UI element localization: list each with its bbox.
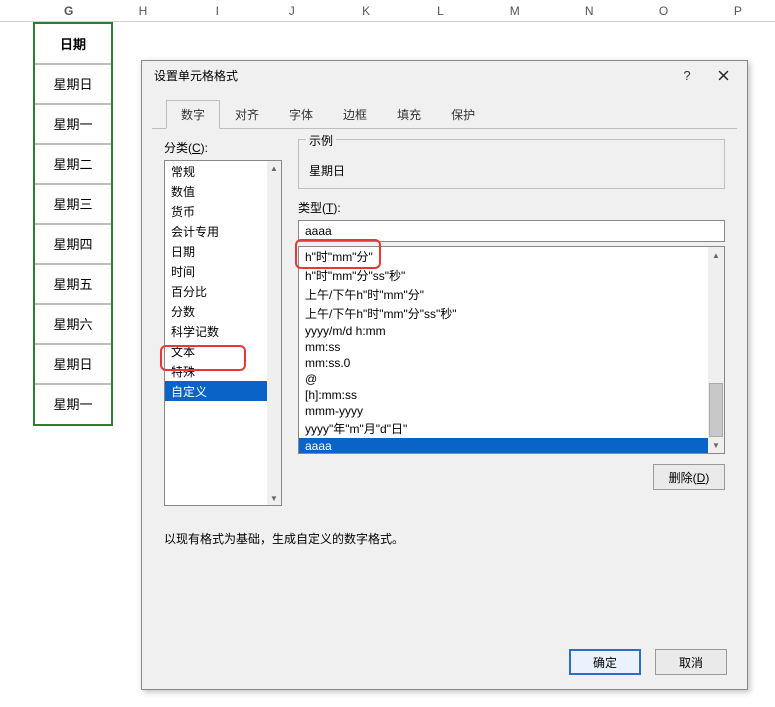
category-item[interactable]: 百分比 [165, 281, 281, 301]
tab-strip: 数字对齐字体边框填充保护 [152, 89, 737, 129]
type-label: 类型(T): [298, 199, 725, 216]
column-header-K[interactable]: K [329, 0, 403, 22]
category-item[interactable]: 科学记数 [165, 321, 281, 341]
sample-legend: 示例 [306, 132, 336, 149]
sample-value: 星期日 [309, 162, 714, 179]
column-header-M[interactable]: M [478, 0, 552, 22]
category-item[interactable]: 常规 [165, 161, 281, 181]
delete-button[interactable]: 删除(D) [653, 464, 725, 490]
column-header-L[interactable]: L [403, 0, 477, 22]
type-item[interactable]: @ [299, 371, 724, 387]
help-button[interactable]: ? [669, 65, 705, 85]
format-cells-dialog: 设置单元格格式 ? 数字对齐字体边框填充保护 分类(C): 常规数值货币会计专用… [141, 60, 748, 690]
cancel-button[interactable]: 取消 [655, 649, 727, 675]
type-item[interactable]: 上午/下午h"时"mm"分" [299, 285, 724, 304]
dialog-titlebar: 设置单元格格式 ? [142, 61, 747, 89]
data-cell[interactable]: 星期一 [35, 104, 111, 144]
dialog-content: 分类(C): 常规数值货币会计专用日期时间百分比分数科学记数文本特殊自定义 ▲ … [142, 129, 747, 547]
column-header-O[interactable]: O [626, 0, 700, 22]
explain-text: 以现有格式为基础，生成自定义的数字格式。 [164, 530, 725, 547]
category-items: 常规数值货币会计专用日期时间百分比分数科学记数文本特殊自定义 [165, 161, 281, 401]
scroll-down-icon[interactable]: ▼ [708, 437, 724, 453]
column-header-blank[interactable] [0, 0, 31, 22]
sample-fieldset: 示例 星期日 [298, 139, 725, 189]
type-item[interactable]: yyyy"年"m"月"d"日" [299, 419, 724, 438]
type-item[interactable]: 上午/下午h"时"mm"分"ss"秒" [299, 304, 724, 323]
category-scrollbar[interactable]: ▲ ▼ [267, 161, 281, 505]
type-item[interactable]: yyyy/m/d h:mm [299, 323, 724, 339]
data-cell[interactable]: 星期日 [35, 64, 111, 104]
selected-column-cells: 日期星期日星期一星期二星期三星期四星期五星期六星期日星期一 [33, 22, 113, 426]
data-cell[interactable]: 星期日 [35, 344, 111, 384]
category-listbox[interactable]: 常规数值货币会计专用日期时间百分比分数科学记数文本特殊自定义 ▲ ▼ [164, 160, 282, 506]
dialog-buttons: 确定 取消 [569, 649, 727, 675]
category-item[interactable]: 货币 [165, 201, 281, 221]
type-listbox[interactable]: h"时"mm"分"h"时"mm"分"ss"秒"上午/下午h"时"mm"分"上午/… [298, 246, 725, 454]
scroll-down-icon[interactable]: ▼ [267, 491, 281, 505]
category-item[interactable]: 数值 [165, 181, 281, 201]
type-item[interactable]: mmm-yyyy [299, 403, 724, 419]
type-items: h"时"mm"分"h"时"mm"分"ss"秒"上午/下午h"时"mm"分"上午/… [299, 247, 724, 454]
tab-1[interactable]: 对齐 [220, 100, 274, 129]
category-item[interactable]: 特殊 [165, 361, 281, 381]
column-headers: GHIJKLMNOP [0, 0, 775, 22]
category-item[interactable]: 分数 [165, 301, 281, 321]
type-item[interactable]: mm:ss [299, 339, 724, 355]
type-input[interactable] [298, 220, 725, 242]
column-header-H[interactable]: H [106, 0, 180, 22]
scroll-up-icon[interactable]: ▲ [708, 247, 724, 263]
scroll-thumb[interactable] [267, 175, 281, 491]
scroll-thumb[interactable] [709, 383, 723, 437]
right-column: 示例 星期日 类型(T): h"时"mm"分"h"时"mm"分"ss"秒"上午/… [298, 139, 725, 506]
tab-2[interactable]: 字体 [274, 100, 328, 129]
dialog-title: 设置单元格格式 [154, 67, 669, 84]
type-item[interactable]: mm:ss.0 [299, 355, 724, 371]
column-header-J[interactable]: J [255, 0, 329, 22]
column-header-N[interactable]: N [552, 0, 626, 22]
type-item[interactable]: aaaa [299, 438, 724, 454]
tab-4[interactable]: 填充 [382, 100, 436, 129]
tab-5[interactable]: 保护 [436, 100, 490, 129]
tab-3[interactable]: 边框 [328, 100, 382, 129]
data-cell[interactable]: 星期三 [35, 184, 111, 224]
tab-0[interactable]: 数字 [166, 100, 220, 129]
category-column: 分类(C): 常规数值货币会计专用日期时间百分比分数科学记数文本特殊自定义 ▲ … [164, 139, 282, 506]
ok-button[interactable]: 确定 [569, 649, 641, 675]
data-cell[interactable]: 星期一 [35, 384, 111, 424]
close-icon [718, 70, 729, 81]
type-item[interactable]: h"时"mm"分"ss"秒" [299, 266, 724, 285]
type-scrollbar[interactable]: ▲ ▼ [708, 247, 724, 453]
data-cell[interactable]: 星期五 [35, 264, 111, 304]
category-item[interactable]: 文本 [165, 341, 281, 361]
data-cell[interactable]: 星期四 [35, 224, 111, 264]
type-item[interactable]: [h]:mm:ss [299, 387, 724, 403]
scroll-up-icon[interactable]: ▲ [267, 161, 281, 175]
close-button[interactable] [705, 65, 741, 85]
column-header-G[interactable]: G [31, 0, 105, 22]
column-header-P[interactable]: P [701, 0, 775, 22]
column-header-I[interactable]: I [180, 0, 254, 22]
category-label: 分类(C): [164, 139, 282, 156]
category-item[interactable]: 日期 [165, 241, 281, 261]
category-item[interactable]: 时间 [165, 261, 281, 281]
column-title-cell[interactable]: 日期 [35, 22, 111, 64]
data-cell[interactable]: 星期二 [35, 144, 111, 184]
type-item[interactable]: h"时"mm"分" [299, 247, 724, 266]
category-item[interactable]: 自定义 [165, 381, 281, 401]
category-item[interactable]: 会计专用 [165, 221, 281, 241]
data-cell[interactable]: 星期六 [35, 304, 111, 344]
